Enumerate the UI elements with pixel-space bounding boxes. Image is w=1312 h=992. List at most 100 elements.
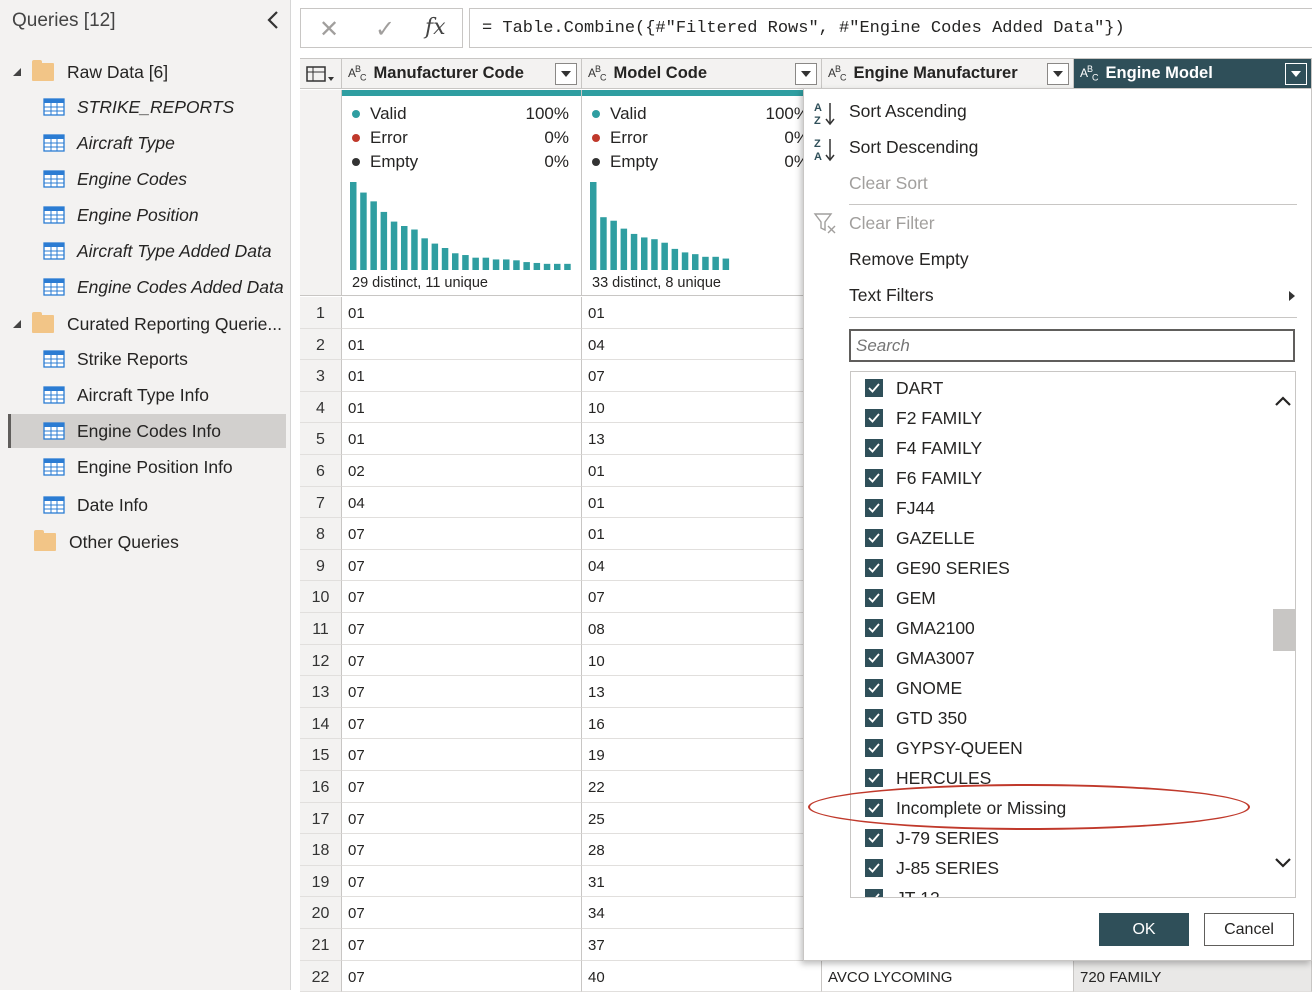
row-number[interactable]: 18 [300, 834, 342, 866]
table-cell[interactable]: 07 [342, 802, 582, 835]
query-item[interactable]: Date Info [8, 488, 286, 522]
filter-value-item[interactable]: GNOME [865, 673, 962, 703]
table-cell[interactable]: 01 [582, 518, 822, 550]
query-item[interactable]: Engine Position [8, 198, 286, 232]
table-cell[interactable]: 07 [342, 549, 582, 582]
table-cell[interactable]: 07 [342, 581, 582, 613]
table-cell[interactable]: 07 [342, 771, 582, 803]
row-number[interactable]: 9 [300, 549, 342, 582]
row-number[interactable]: 1 [300, 297, 342, 329]
column-header[interactable]: ABC Model Code [582, 59, 822, 89]
table-cell[interactable]: 13 [582, 676, 822, 708]
table-cell[interactable]: 07 [582, 360, 822, 392]
query-item[interactable]: Strike Reports [8, 342, 286, 376]
row-number[interactable]: 21 [300, 929, 342, 961]
table-cell[interactable]: 01 [342, 297, 582, 329]
table-cell[interactable]: 04 [582, 549, 822, 582]
group-curated[interactable]: Curated Reporting Querie... [12, 309, 282, 339]
table-cell[interactable]: 25 [582, 802, 822, 835]
row-number[interactable]: 7 [300, 486, 342, 519]
row-number[interactable]: 10 [300, 581, 342, 613]
table-cell[interactable]: 07 [342, 960, 582, 992]
row-number[interactable]: 5 [300, 423, 342, 455]
scroll-thumb[interactable] [1273, 609, 1295, 651]
checkbox-checked[interactable] [865, 739, 883, 757]
table-cell[interactable]: 01 [342, 391, 582, 424]
table-cell[interactable]: 10 [582, 391, 822, 424]
column-header[interactable]: ABC Manufacturer Code [342, 59, 582, 89]
column-filter-button[interactable] [1047, 63, 1069, 85]
group-other[interactable]: Other Queries [34, 527, 179, 557]
checkbox-checked[interactable] [865, 529, 883, 547]
checkbox-checked[interactable] [865, 619, 883, 637]
table-cell[interactable]: 07 [342, 676, 582, 708]
filter-value-item[interactable]: GMA3007 [865, 643, 975, 673]
row-number[interactable]: 3 [300, 360, 342, 392]
filter-value-item[interactable]: JT-12 [865, 883, 940, 897]
row-number[interactable]: 15 [300, 739, 342, 771]
value-distribution-histogram[interactable] [590, 182, 818, 270]
checkbox-checked[interactable] [865, 589, 883, 607]
cancel-formula-icon[interactable]: ✕ [319, 15, 339, 44]
collapse-panel-icon[interactable] [262, 8, 284, 32]
checkbox-checked[interactable] [865, 679, 883, 697]
query-item[interactable]: STRIKE_REPORTS [8, 90, 286, 124]
filter-value-item[interactable]: GMA2100 [865, 613, 975, 643]
row-number[interactable]: 2 [300, 328, 342, 361]
group-raw-data[interactable]: Raw Data [6] [12, 57, 168, 87]
table-cell[interactable]: 07 [342, 739, 582, 771]
filter-value-item[interactable]: F6 FAMILY [865, 463, 982, 493]
table-menu-button[interactable] [300, 59, 342, 89]
table-cell[interactable]: 40 [582, 960, 822, 992]
scroll-up-icon[interactable] [1273, 394, 1293, 408]
checkbox-checked[interactable] [865, 829, 883, 847]
row-number[interactable]: 19 [300, 865, 342, 898]
table-cell[interactable]: 01 [342, 360, 582, 392]
query-item[interactable]: Engine Codes [8, 162, 286, 196]
table-cell[interactable]: 07 [342, 865, 582, 898]
filter-value-item[interactable]: J-85 SERIES [865, 853, 999, 883]
row-number[interactable]: 17 [300, 802, 342, 835]
checkbox-checked[interactable] [865, 559, 883, 577]
clear-sort-item[interactable]: Clear Sort [849, 173, 928, 194]
table-cell[interactable]: 08 [582, 613, 822, 645]
query-item[interactable]: Engine Codes Info [8, 414, 286, 448]
table-cell[interactable]: 07 [342, 707, 582, 740]
filter-value-item[interactable]: GEM [865, 583, 936, 613]
clear-filter-item[interactable]: Clear Filter [849, 213, 935, 234]
table-cell[interactable]: 07 [582, 581, 822, 613]
row-number[interactable]: 13 [300, 676, 342, 708]
table-cell[interactable]: 01 [582, 297, 822, 329]
table-cell[interactable]: 01 [582, 455, 822, 487]
checkbox-checked[interactable] [865, 439, 883, 457]
column-filter-button[interactable] [795, 63, 817, 85]
filter-value-item[interactable]: GAZELLE [865, 523, 975, 553]
table-cell[interactable]: 31 [582, 865, 822, 898]
scroll-down-icon[interactable] [1273, 856, 1293, 870]
sort-ascending-item[interactable]: Sort Ascending [849, 101, 967, 122]
table-cell[interactable]: 07 [342, 897, 582, 929]
table-cell[interactable]: AVCO LYCOMING [822, 960, 1074, 992]
column-filter-button[interactable] [1285, 63, 1307, 85]
table-cell[interactable]: 720 FAMILY [1074, 960, 1312, 992]
ok-button[interactable]: OK [1099, 913, 1189, 946]
table-cell[interactable]: 07 [342, 929, 582, 961]
column-header[interactable]: ABC Engine Manufacturer [822, 59, 1074, 89]
query-item[interactable]: Aircraft Type Added Data [8, 234, 286, 268]
checkbox-checked[interactable] [865, 709, 883, 727]
row-number[interactable]: 16 [300, 771, 342, 803]
confirm-formula-icon[interactable]: ✓ [375, 15, 395, 44]
filter-value-item[interactable]: FJ44 [865, 493, 935, 523]
filter-value-item[interactable]: GE90 SERIES [865, 553, 1010, 583]
filter-value-item[interactable]: F4 FAMILY [865, 433, 982, 463]
row-number[interactable]: 12 [300, 644, 342, 677]
filter-value-item[interactable]: GTD 350 [865, 703, 967, 733]
row-number[interactable]: 8 [300, 518, 342, 550]
fx-icon[interactable]: fx [425, 15, 446, 40]
checkbox-checked[interactable] [865, 409, 883, 427]
row-number[interactable]: 22 [300, 960, 342, 992]
filter-search-input[interactable] [849, 329, 1295, 362]
table-cell[interactable]: 28 [582, 834, 822, 866]
checkbox-checked[interactable] [865, 379, 883, 397]
query-item[interactable]: Engine Position Info [8, 450, 286, 484]
